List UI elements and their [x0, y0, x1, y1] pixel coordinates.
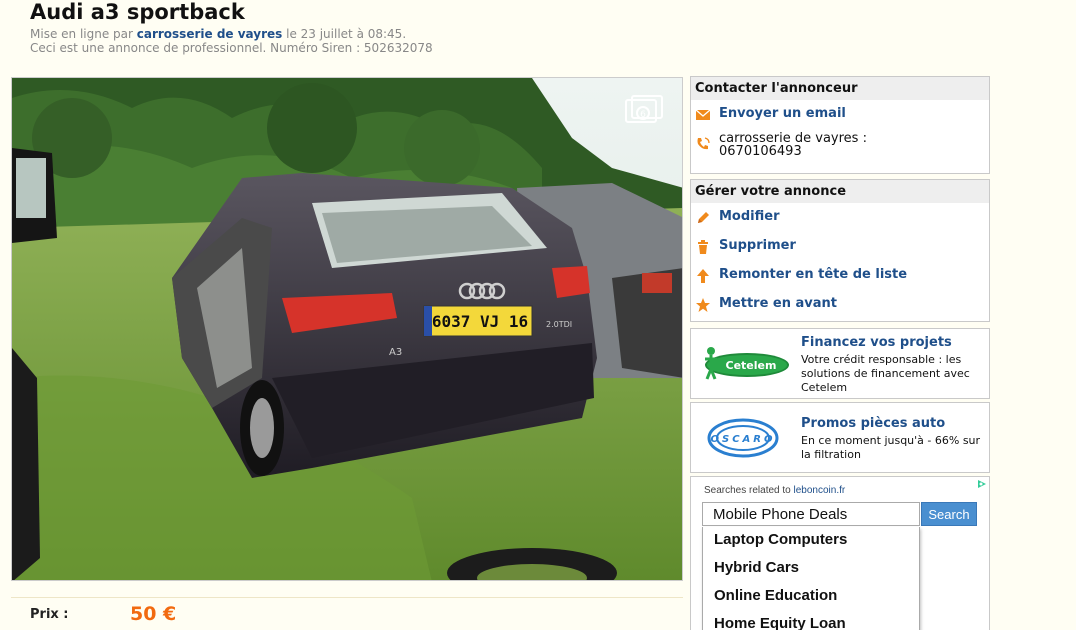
bump-link[interactable]: Remonter en tête de liste	[719, 267, 907, 282]
ads-caption: Searches related to leboncoin.fr	[704, 485, 845, 496]
ads-suggestion[interactable]: Online Education	[703, 583, 919, 611]
model-badge: A3	[389, 347, 402, 358]
cetelem-logo: Cetelem	[705, 347, 789, 380]
pencil-icon	[698, 212, 709, 223]
contact-box: Contacter l'annonceur Envoyer un email c…	[690, 76, 990, 174]
ads-suggestion[interactable]: Laptop Computers	[703, 527, 919, 555]
promo-oscaro-title[interactable]: Promos pièces auto	[801, 416, 945, 431]
trash-icon	[698, 240, 708, 254]
posted-suffix: le 23 juillet à 08:45.	[282, 27, 407, 41]
ads-search-button[interactable]: Search	[921, 502, 977, 526]
promo-cetelem-title[interactable]: Financez vos projets	[801, 335, 952, 350]
manage-item-remonter[interactable]: Remonter en tête de liste	[691, 261, 989, 290]
engine-badge: 2.0TDI	[546, 320, 572, 329]
adchoices-icon[interactable]	[977, 479, 987, 489]
manage-item-supprimer[interactable]: Supprimer	[691, 232, 989, 261]
delete-link[interactable]: Supprimer	[719, 238, 796, 253]
svg-text:6: 6	[640, 110, 646, 120]
pro-notice: Ceci est une annonce de professionnel. N…	[30, 41, 433, 55]
phone-number: 0670106493	[719, 144, 802, 159]
manage-box: Gérer votre annonce Modifier Supprimer R…	[690, 179, 990, 322]
email-row[interactable]: Envoyer un email	[691, 100, 989, 129]
price-label: Prix :	[30, 607, 69, 622]
envelope-icon	[695, 109, 711, 120]
star-icon	[696, 298, 710, 312]
promo-cetelem[interactable]: Cetelem Financez vos projets Votre crédi…	[690, 328, 990, 399]
arrow-up-icon	[697, 269, 709, 283]
price-row: Prix : 50 €	[11, 597, 683, 630]
promo-cetelem-text: Votre crédit responsable : les solutions…	[801, 353, 970, 394]
phone-icon	[697, 137, 710, 150]
listing-title: Audi a3 sportback	[30, 0, 245, 24]
posted-prefix: Mise en ligne par	[30, 27, 137, 41]
modify-link[interactable]: Modifier	[719, 209, 780, 224]
promo-oscaro[interactable]: OSCARO Promos pièces auto En ce moment j…	[690, 402, 990, 473]
highlight-link[interactable]: Mettre en avant	[719, 296, 837, 311]
svg-text:Cetelem: Cetelem	[726, 359, 777, 372]
price-value: 50 €	[130, 603, 177, 625]
license-plate: 6037 VJ 16	[432, 312, 528, 331]
contact-header: Contacter l'annonceur	[691, 77, 989, 100]
ads-suggestion[interactable]: Home Equity Loan	[703, 611, 919, 630]
listing-meta: Mise en ligne par carrosserie de vayres …	[30, 27, 433, 55]
ads-caption-site[interactable]: leboncoin.fr	[794, 485, 846, 496]
promo-oscaro-text: En ce moment jusqu'à - 66% sur la filtra…	[801, 434, 981, 461]
ads-suggestion[interactable]: Hybrid Cars	[703, 555, 919, 583]
seller-link[interactable]: carrosserie de vayres	[137, 27, 283, 41]
listing-photo[interactable]: 6037 VJ 16 A3 2.0TDI 6	[11, 77, 683, 581]
ads-suggestion-list: Laptop Computers Hybrid Cars Online Educ…	[702, 527, 920, 630]
manage-item-mettre-en-avant[interactable]: Mettre en avant	[691, 290, 989, 319]
ads-search-input[interactable]: Mobile Phone Deals	[702, 502, 920, 526]
manage-header: Gérer votre annonce	[691, 180, 989, 203]
manage-item-modifier[interactable]: Modifier	[691, 203, 989, 232]
ads-caption-prefix: Searches related to	[704, 485, 794, 496]
photo-gallery-icon[interactable]: 6	[624, 94, 664, 128]
oscaro-logo: OSCARO	[707, 418, 779, 458]
svg-text:OSCARO: OSCARO	[711, 434, 776, 445]
phone-row: carrosserie de vayres : 0670106493	[691, 129, 989, 169]
send-email-link[interactable]: Envoyer un email	[719, 106, 846, 121]
related-searches-ad: Searches related to leboncoin.fr Mobile …	[690, 476, 990, 630]
